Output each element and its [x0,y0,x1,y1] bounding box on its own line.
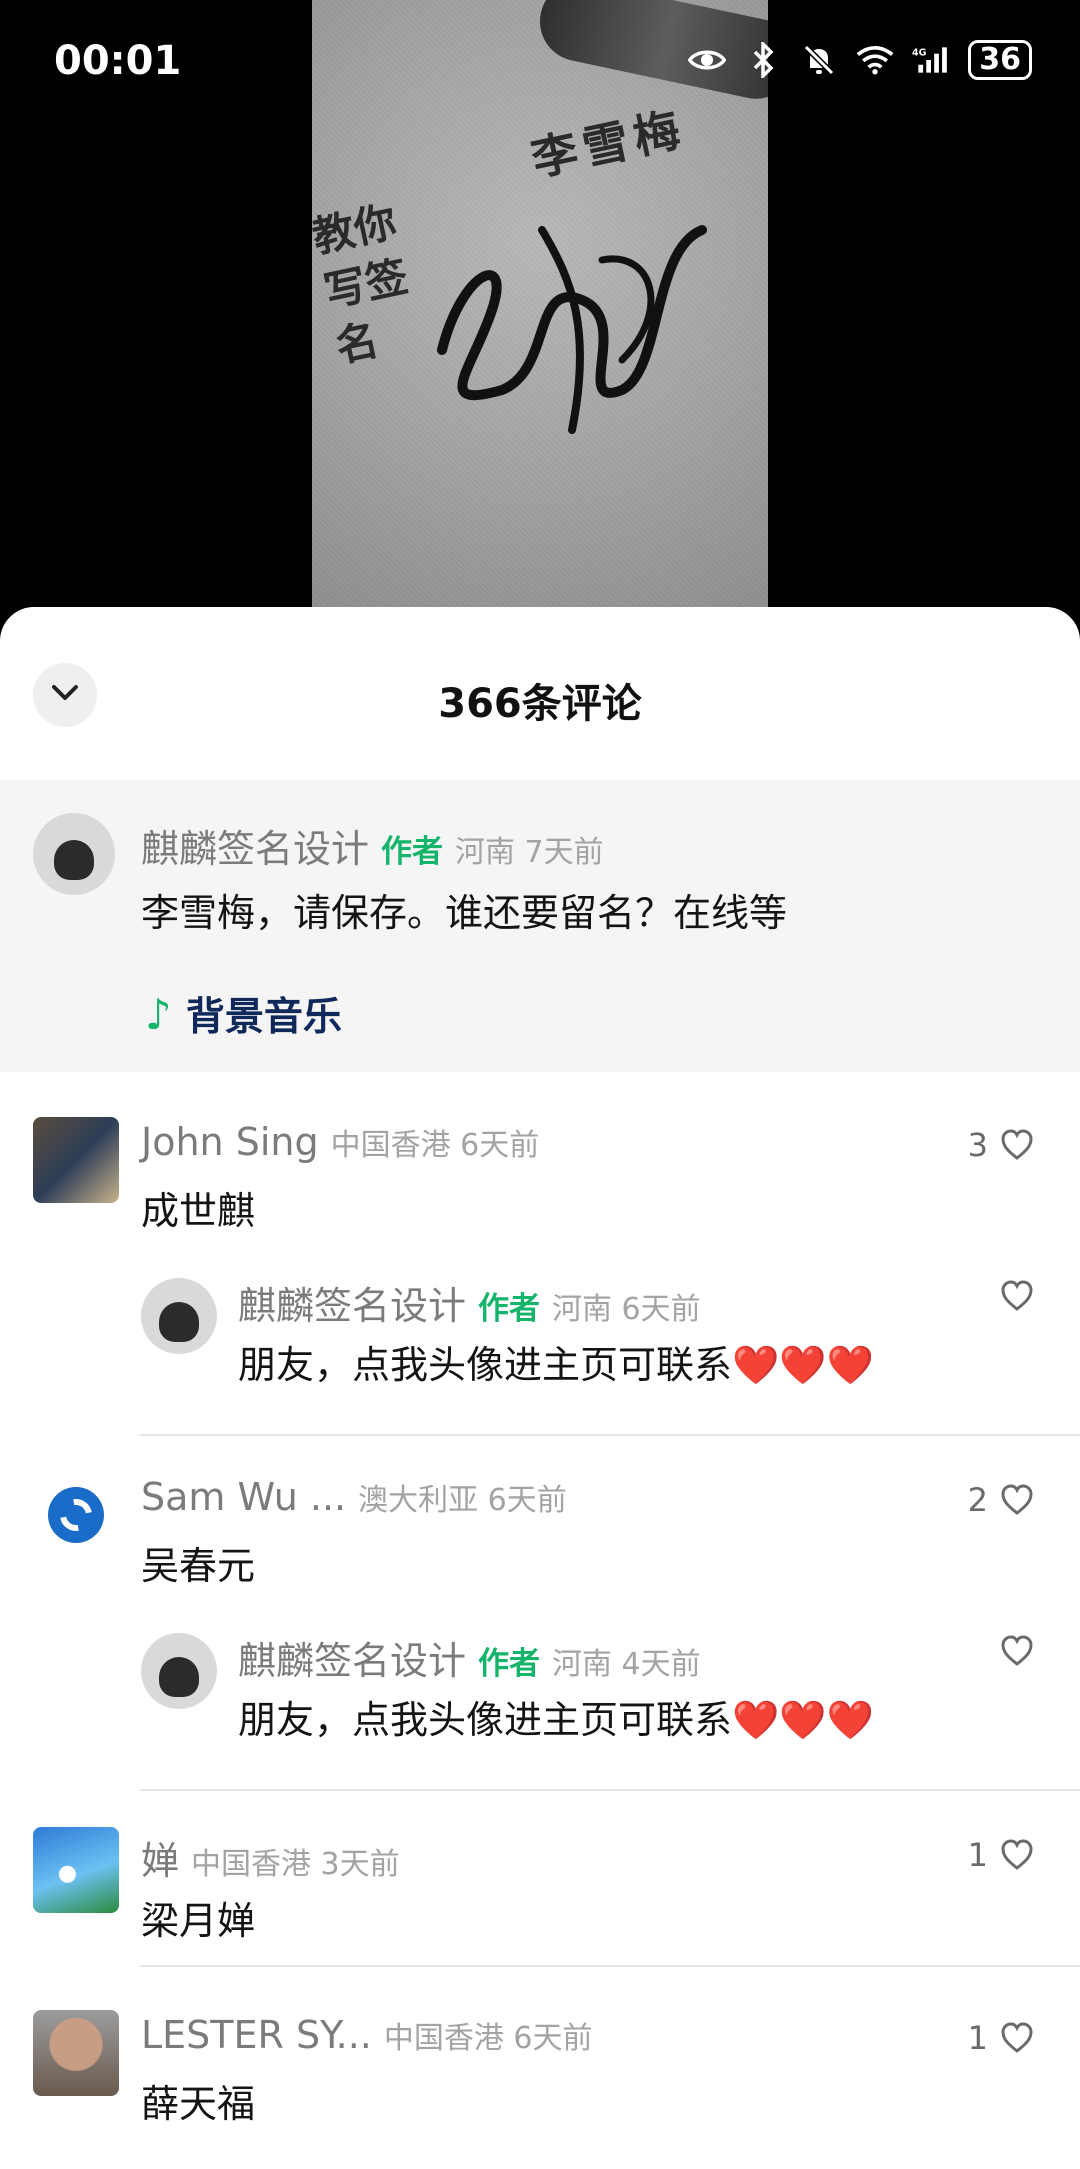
comment-text: 吴春元 [141,1544,256,1588]
signature-artwork [437,225,707,434]
like-button[interactable] [1000,1280,1034,1312]
avatar[interactable] [33,1827,119,1913]
commenter-name[interactable]: 婵 [141,1830,179,1885]
comments-sheet: 366条评论 麒麟签名设计 作者 河南 7天前 李雪梅，请保存。谁还要留名？在线… [0,607,1080,2169]
bluetooth-icon [744,41,782,79]
heart-outline-icon [1000,1280,1034,1312]
status-bar: 00:01 4G 36 [0,0,1080,125]
comment-meta: 中国香港 3天前 [191,1847,400,1882]
battery-icon: 36 [968,40,1032,80]
author-badge: 作者 [381,834,444,870]
like-button[interactable]: 1 [968,2019,1034,2057]
like-count: 1 [967,2019,988,2057]
author-badge: 作者 [478,1291,541,1327]
heart-outline-icon [1000,2022,1034,2054]
author-badge: 作者 [478,1646,541,1682]
pinned-comment[interactable]: 麒麟签名设计 作者 河南 7天前 李雪梅，请保存。谁还要留名？在线等 ♪ 背景音… [0,780,1080,1072]
signal-4g-icon: 4G [912,41,950,79]
comment-header: Sam Wu ... 澳大利亚 6天前 [141,1475,567,1519]
heart-outline-icon [1000,1129,1034,1161]
commenter-name[interactable]: John Sing [141,1120,319,1164]
svg-text:4G: 4G [912,47,927,58]
status-time: 00:01 [54,38,182,84]
eye-icon [688,41,727,79]
like-button[interactable]: 2 [968,1481,1034,1519]
avatar[interactable] [33,2010,119,2096]
commenter-name[interactable]: Sam Wu ... [141,1475,346,1519]
reply-text: 朋友，点我头像进主页可联系❤️❤️❤️ [238,1698,874,1742]
commenter-name[interactable]: LESTER SY... [141,2013,372,2057]
reply-header: 麒麟签名设计 作者 河南 4天前 [238,1630,701,1685]
mute-bell-icon [800,41,838,79]
comment-meta: 河南 7天前 [455,835,604,870]
comment-text: 薛天福 [141,2082,256,2126]
like-button[interactable]: 1 [968,1836,1034,1874]
comment-text: 梁月婵 [141,1899,256,1943]
heart-outline-icon [1000,1635,1034,1667]
author-name[interactable]: 麒麟签名设计 [141,818,369,873]
divider [140,1965,1080,1967]
sheet-header: 366条评论 [0,607,1080,780]
like-button[interactable]: 3 [968,1126,1034,1164]
divider [140,1789,1080,1791]
comment-header: 婵 中国香港 3天前 [141,1830,400,1885]
like-count: 3 [967,1126,988,1164]
comment-text: 成世麒 [141,1189,256,1233]
wifi-icon [856,41,894,79]
comments-count-title: 366条评论 [438,681,642,727]
avatar[interactable] [33,1472,119,1558]
author-name[interactable]: 麒麟签名设计 [238,1630,466,1685]
comment-meta: 河南 6天前 [552,1292,701,1327]
like-button[interactable] [1000,1635,1034,1667]
avatar[interactable] [33,813,115,895]
avatar[interactable] [141,1278,217,1354]
avatar[interactable] [33,1117,119,1203]
like-count: 2 [967,1481,988,1519]
heart-outline-icon [1000,1839,1034,1871]
like-count: 1 [967,1836,988,1874]
comment-meta: 中国香港 6天前 [383,2021,593,2056]
divider [140,1434,1080,1436]
music-note-icon: ♪ [145,989,172,1039]
reply-text: 朋友，点我头像进主页可联系❤️❤️❤️ [238,1343,874,1387]
comment-meta: 中国香港 6天前 [330,1128,540,1163]
status-icons: 4G 36 [688,40,1032,80]
music-link-label: 背景音乐 [185,995,342,1040]
background-music-link[interactable]: ♪ 背景音乐 [145,986,342,1042]
comment-text: 李雪梅，请保存。谁还要留名？在线等 [141,891,788,935]
reply-header: 麒麟签名设计 作者 河南 6天前 [238,1275,701,1330]
author-name[interactable]: 麒麟签名设计 [238,1275,466,1330]
comment-header: John Sing 中国香港 6天前 [141,1120,539,1164]
comment-meta: 河南 4天前 [552,1647,701,1682]
heart-outline-icon [1000,1484,1034,1516]
avatar[interactable] [141,1633,217,1709]
comment-meta: 澳大利亚 6天前 [358,1483,567,1518]
comment-header: LESTER SY... 中国香港 6天前 [141,2013,593,2057]
comment-header: 麒麟签名设计 作者 河南 7天前 [141,818,604,873]
